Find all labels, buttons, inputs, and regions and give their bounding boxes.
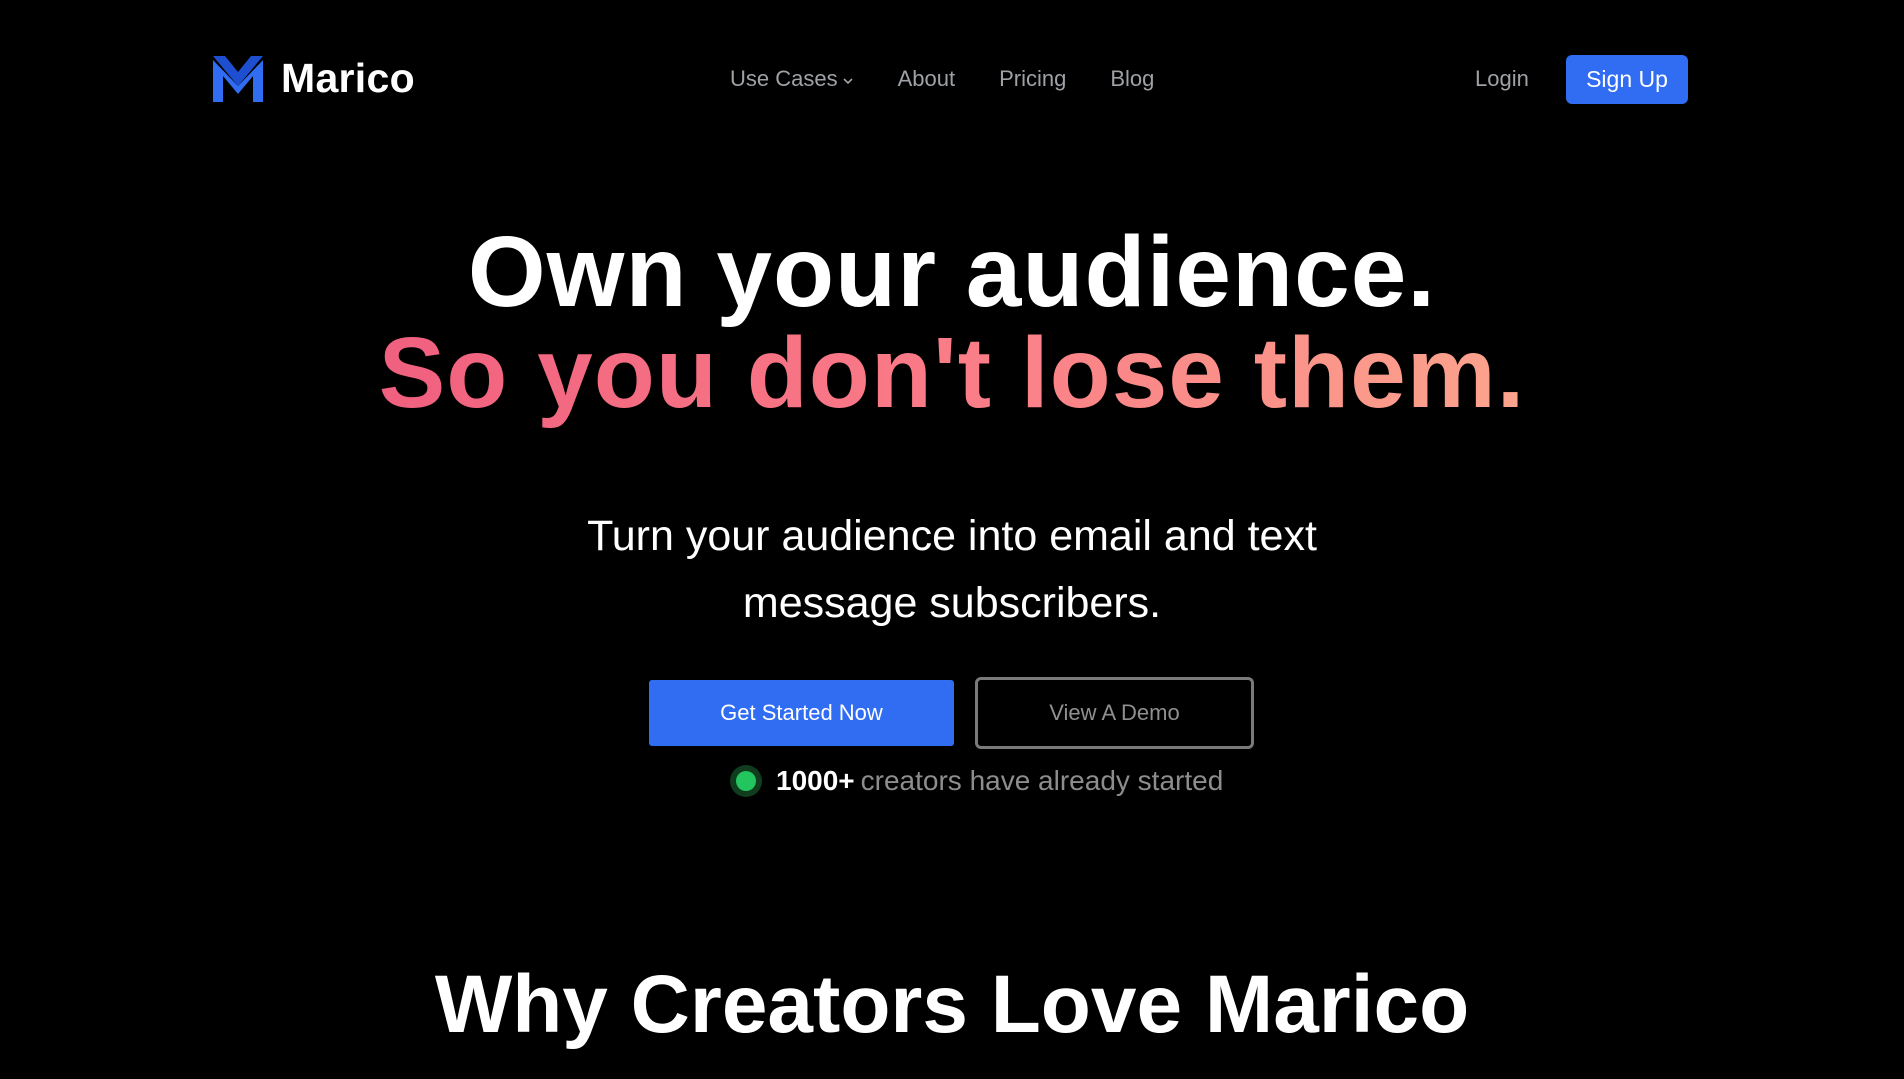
green-dot-icon	[730, 765, 762, 797]
get-started-button[interactable]: Get Started Now	[649, 680, 954, 746]
hero-subtitle: Turn your audience into email and text m…	[587, 512, 1317, 627]
nav-item-pricing[interactable]: Pricing	[999, 66, 1066, 92]
nav-item-label: About	[897, 66, 956, 91]
main-nav: Use Cases About Pricing Blog	[730, 66, 1154, 92]
marico-m-logo-icon	[213, 55, 263, 102]
nav-item-blog[interactable]: Blog	[1110, 66, 1154, 92]
landing-page: Marico Use Cases About Pricing Blog Logi…	[0, 0, 1904, 1079]
hero-subheadline-wrap: So you don't lose them.	[0, 316, 1904, 431]
login-link[interactable]: Login	[1475, 66, 1529, 92]
social-proof-text: 1000+ creators have already started	[776, 765, 1223, 797]
site-header: Marico Use Cases About Pricing Blog Logi…	[0, 0, 1904, 160]
hero-cta-row: Get Started Now View A Demo	[649, 677, 1254, 749]
chevron-down-icon	[843, 78, 853, 85]
section-title: Why Creators Love Marico	[434, 959, 1470, 1050]
brand-logo-link[interactable]: Marico	[213, 55, 415, 102]
hero-headline: Own your audience.	[467, 216, 1437, 328]
social-proof: 1000+ creators have already started	[730, 765, 1223, 797]
social-proof-label: creators have already started	[860, 765, 1224, 796]
nav-item-label: Use Cases	[730, 66, 838, 91]
brand-name: Marico	[281, 55, 415, 101]
nav-item-use-cases[interactable]: Use Cases	[730, 66, 854, 92]
nav-item-label: Pricing	[999, 66, 1067, 91]
sign-up-button[interactable]: Sign Up	[1566, 55, 1688, 104]
creator-count: 1000+	[776, 765, 855, 796]
hero-gradient-headline: So you don't lose them.	[378, 317, 1526, 429]
nav-item-label: Blog	[1110, 66, 1155, 91]
nav-item-about[interactable]: About	[898, 66, 956, 92]
view-demo-button[interactable]: View A Demo	[975, 677, 1254, 749]
